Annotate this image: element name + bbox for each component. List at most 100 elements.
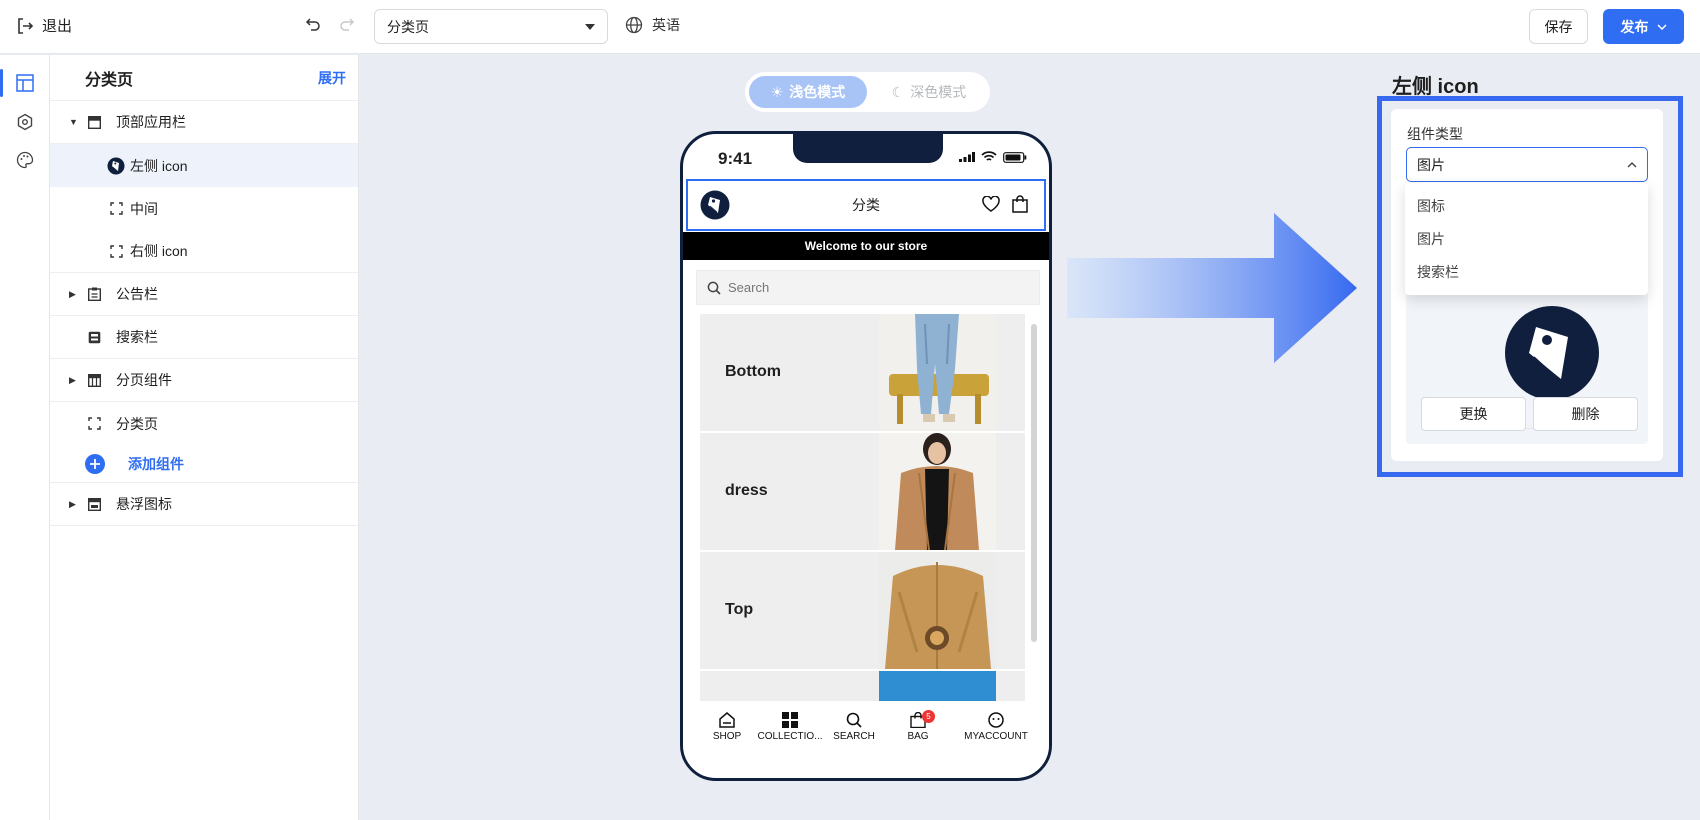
publish-label: 发布: [1620, 18, 1649, 35]
tree-item-floating-icon[interactable]: ▶ 悬浮图标: [50, 483, 358, 526]
dropdown-option-icon[interactable]: 图标: [1405, 189, 1648, 222]
battery-icon: [1003, 151, 1027, 163]
add-component-button[interactable]: 添加组件: [50, 445, 358, 483]
expand-link[interactable]: 展开: [318, 68, 346, 88]
tree-item-label: 中间: [130, 200, 158, 217]
smiley-icon: [988, 712, 1004, 728]
appbar-title: 分类: [852, 197, 880, 213]
tree-item-left-icon[interactable]: 左侧 icon: [50, 144, 358, 187]
announcement-bar: Welcome to our store: [683, 232, 1049, 260]
tree-item-announcement[interactable]: ▶ 公告栏: [50, 273, 358, 316]
tree-item-pagination[interactable]: ▶ 分页组件: [50, 359, 358, 402]
add-component-label: 添加组件: [128, 455, 184, 472]
phone-notch: [793, 134, 943, 163]
category-card[interactable]: Top: [700, 552, 1025, 669]
tab-myaccount[interactable]: MYACCOUNT: [946, 712, 1046, 742]
tree-item-top-appbar[interactable]: ▼ 顶部应用栏: [50, 101, 358, 144]
clipboard-icon: [86, 286, 102, 302]
category-card-partial[interactable]: [700, 671, 1025, 701]
page-select-value: 分类页: [387, 18, 429, 35]
image-preview-box: 更换 删除: [1406, 279, 1648, 444]
image-preview-inner: 更换 删除: [1421, 289, 1638, 431]
save-button[interactable]: 保存: [1529, 9, 1588, 44]
search-icon: [846, 712, 862, 728]
tree-item-label: 分类页: [116, 415, 158, 432]
publish-button[interactable]: 发布: [1603, 9, 1684, 44]
caret-right-icon[interactable]: ▶: [69, 289, 76, 300]
signal-icon: [959, 152, 975, 162]
category-card[interactable]: dress: [700, 433, 1025, 551]
tree-item-middle[interactable]: 中间: [50, 187, 358, 230]
tree-item-searchbar[interactable]: 搜索栏: [50, 316, 358, 359]
shopping-bag-icon[interactable]: [1012, 195, 1028, 218]
category-photo-jeans: [879, 314, 996, 431]
dark-mode-tab[interactable]: ☾ 深色模式: [873, 76, 985, 108]
caret-down-icon: [585, 23, 595, 30]
category-name: dress: [725, 482, 768, 499]
exit-button[interactable]: 退出: [16, 15, 72, 36]
chevron-down-icon: [1656, 23, 1667, 30]
category-name: Bottom: [725, 363, 781, 380]
component-type-label: 组件类型: [1407, 126, 1463, 142]
heart-icon[interactable]: [982, 195, 1000, 217]
caret-right-icon[interactable]: ▶: [69, 499, 76, 510]
undo-icon[interactable]: [305, 16, 321, 37]
brand-logo-icon: [106, 156, 126, 176]
dark-mode-label: 深色模式: [910, 84, 967, 100]
tree-title: 分类页: [85, 71, 134, 89]
phone-search-bar[interactable]: Search: [696, 270, 1040, 305]
tab-label: SHOP: [712, 731, 742, 742]
category-card[interactable]: Bottom: [700, 314, 1025, 431]
search-placeholder: Search: [728, 280, 770, 295]
tree-item-label: 分页组件: [116, 372, 172, 388]
phone-top-appbar[interactable]: 分类: [686, 179, 1046, 231]
floating-icon-component-icon: [86, 496, 102, 512]
page-select[interactable]: 分类页: [374, 9, 608, 44]
tree-item-right-icon[interactable]: 右侧 icon: [50, 230, 358, 273]
caret-down-icon[interactable]: ▼: [69, 117, 78, 127]
tab-label: MYACCOUNT: [964, 731, 1028, 742]
frame-corners-icon: [108, 201, 124, 217]
light-mode-tab[interactable]: ☀ 浅色模式: [749, 76, 867, 108]
category-name: Top: [725, 601, 754, 618]
tree-item-label: 搜索栏: [116, 329, 158, 345]
phone-scrollbar[interactable]: [1031, 324, 1037, 642]
exit-label: 退出: [42, 18, 73, 35]
tree-header: 分类页 展开: [50, 55, 358, 101]
grid-icon: [782, 712, 798, 728]
caret-right-icon[interactable]: ▶: [69, 375, 76, 386]
tab-label: SEARCH: [833, 731, 875, 742]
dropdown-option-searchbar[interactable]: 搜索栏: [1405, 255, 1648, 288]
phone-preview: 9:41 分类 Welcome to our store Search Bott…: [680, 131, 1052, 781]
search-icon: [707, 281, 721, 295]
home-icon: [719, 712, 735, 728]
tab-collections[interactable]: COLLECTIO...: [754, 712, 826, 742]
appbar-icon: [86, 114, 102, 130]
light-mode-label: 浅色模式: [789, 84, 846, 100]
active-indicator: [0, 69, 3, 97]
brand-logo-icon[interactable]: [700, 190, 730, 225]
grid-component-icon: [86, 372, 102, 388]
property-panel-title: 左侧 icon: [1392, 76, 1479, 98]
tab-bag[interactable]: 5 BAG: [882, 710, 954, 742]
phone-tab-bar: SHOP COLLECTIO... SEARCH 5 BAG MYACCOUNT: [683, 706, 1049, 776]
status-time: 9:41: [718, 149, 753, 168]
palette-icon[interactable]: [13, 148, 37, 172]
tree-item-category-page[interactable]: 分类页: [50, 402, 358, 445]
replace-button[interactable]: 更换: [1421, 397, 1526, 431]
chevron-up-icon: [1627, 161, 1637, 167]
category-photo-top: [879, 552, 996, 669]
tab-shop[interactable]: SHOP: [691, 712, 763, 742]
redo-icon[interactable]: [339, 16, 355, 37]
preview-canvas: ☀ 浅色模式 ☾ 深色模式 9:41 分类 Welcome to our sto…: [360, 55, 1700, 820]
exit-icon: [18, 17, 34, 34]
dropdown-option-image[interactable]: 图片: [1405, 222, 1648, 255]
layout-icon[interactable]: [13, 71, 37, 95]
settings-hexagon-icon[interactable]: [13, 110, 37, 134]
delete-button[interactable]: 删除: [1533, 397, 1638, 431]
select-value: 图片: [1417, 156, 1445, 173]
category-photo-dress: [879, 433, 996, 551]
language-switcher[interactable]: 英语: [625, 15, 680, 35]
tab-search[interactable]: SEARCH: [818, 712, 890, 742]
component-type-select[interactable]: 图片: [1406, 147, 1648, 182]
